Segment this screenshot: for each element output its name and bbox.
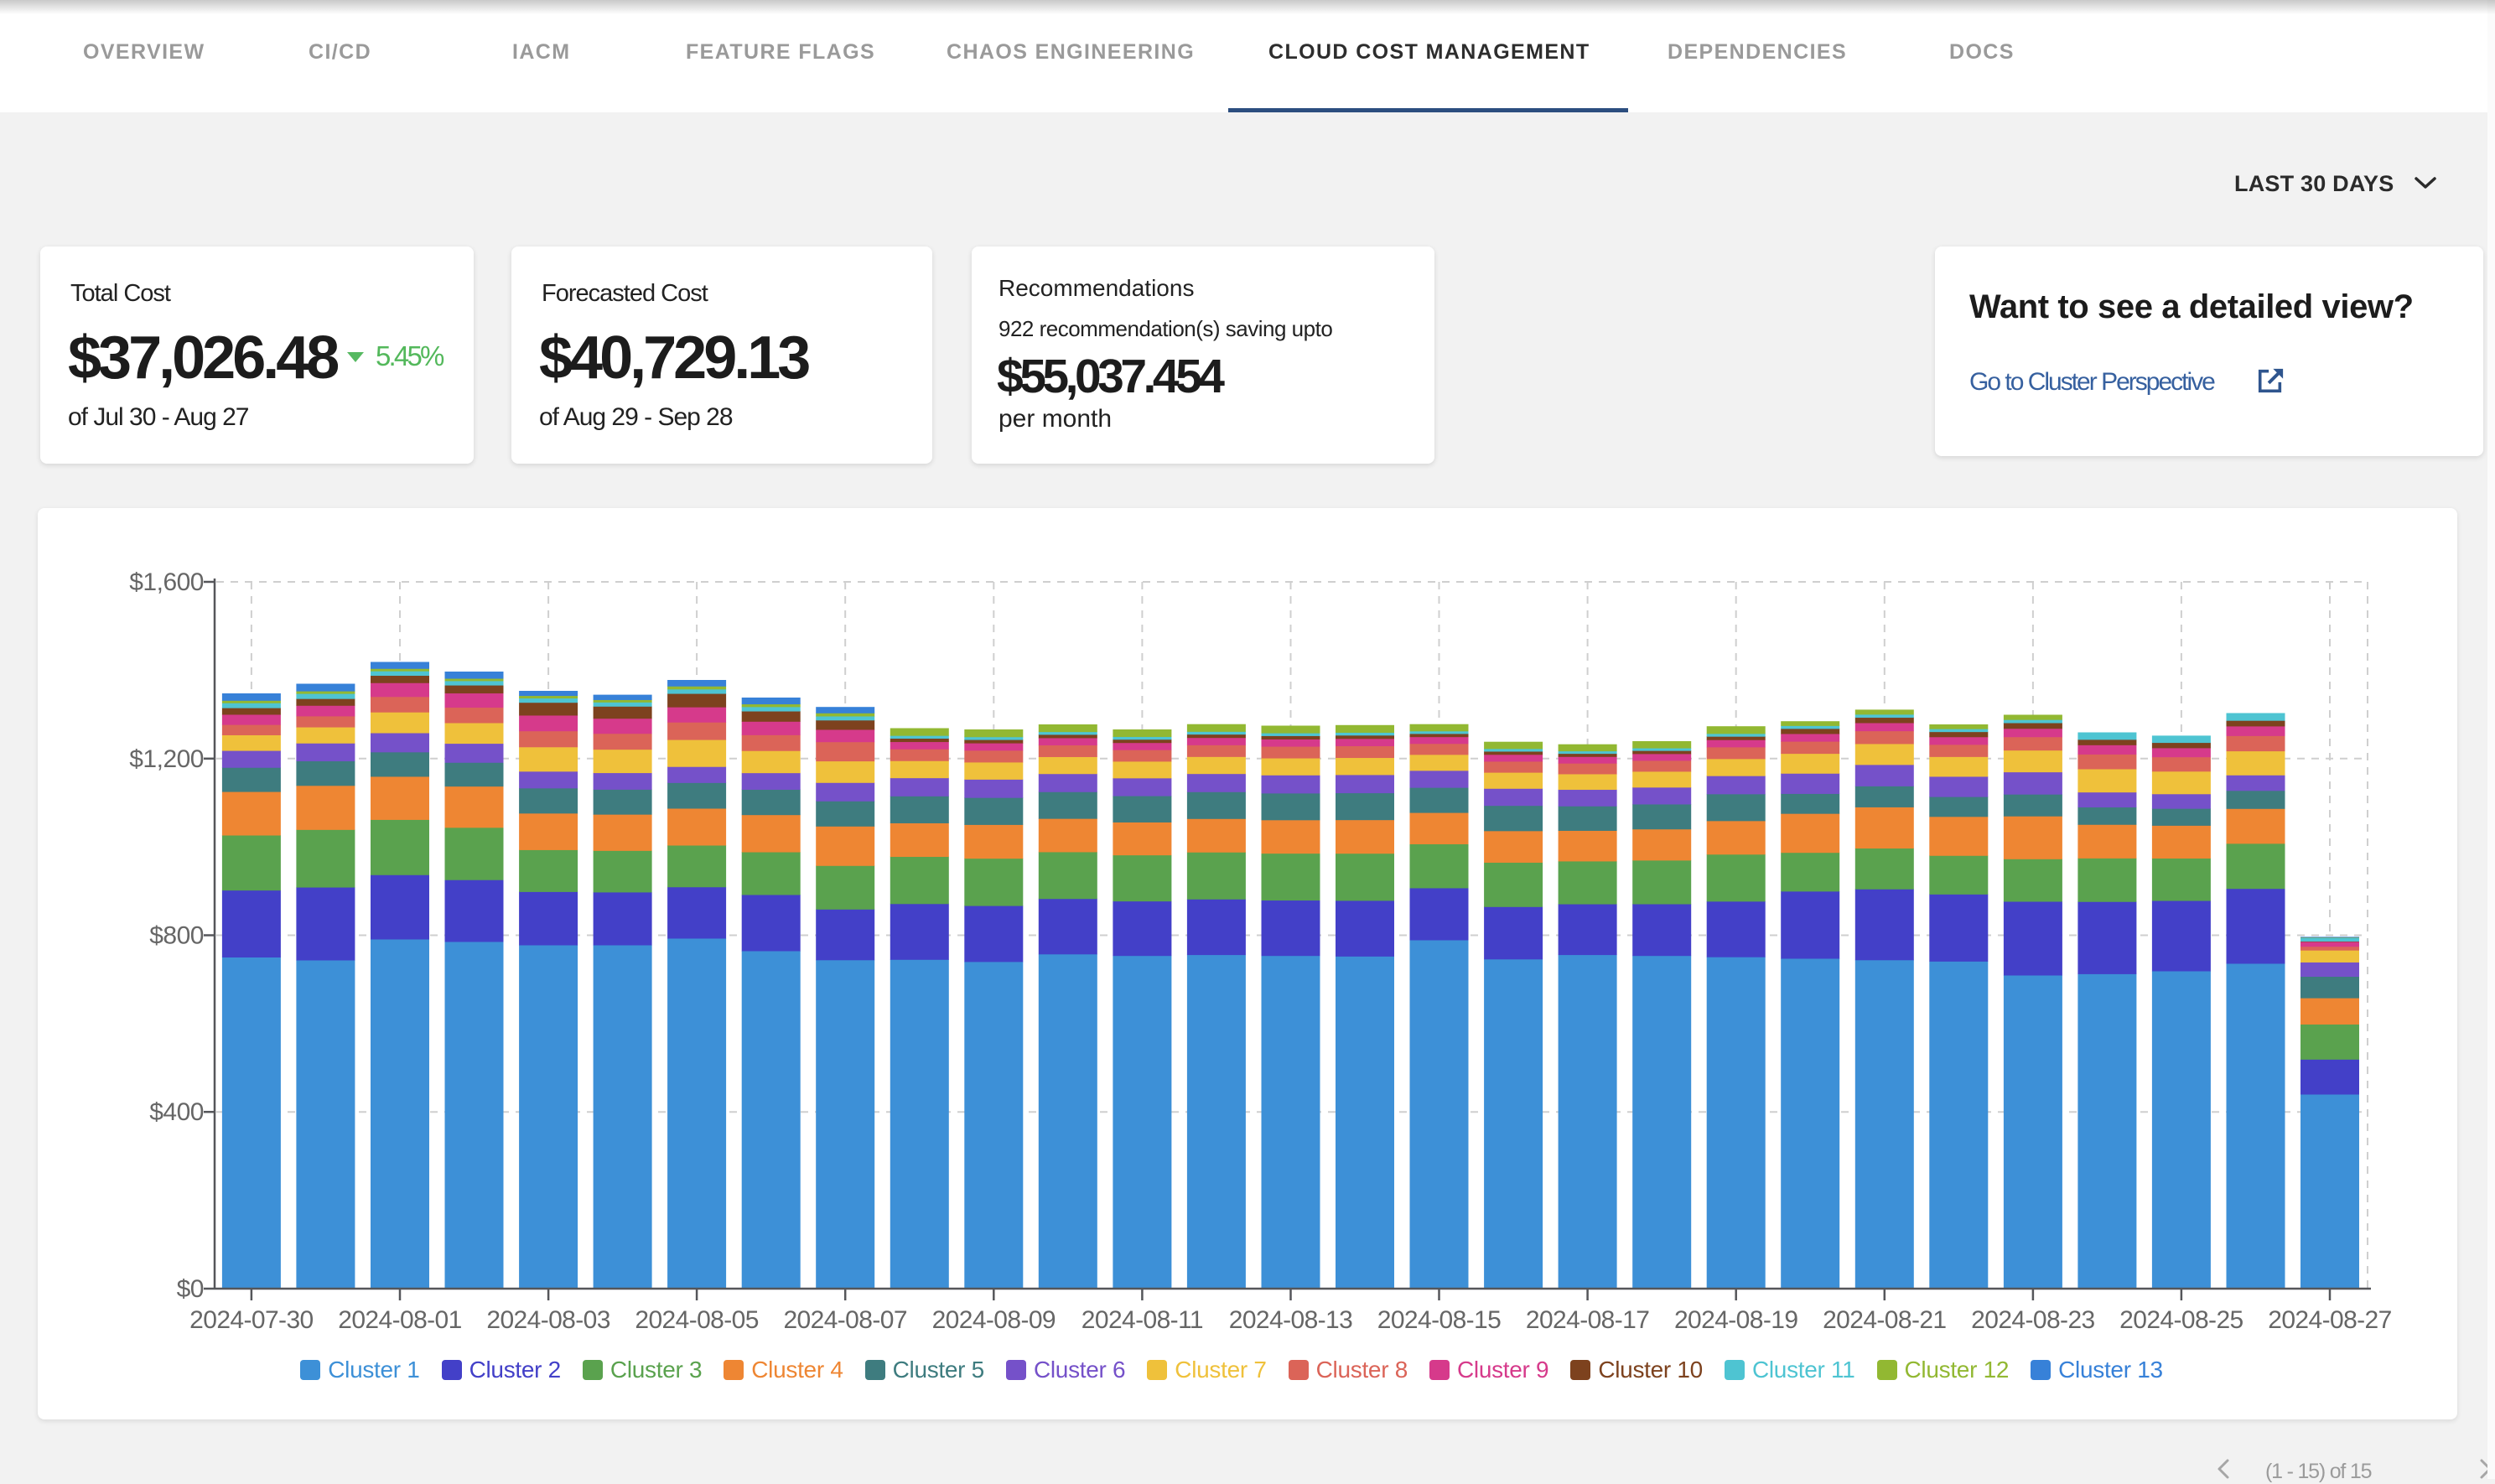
svg-text:2024-08-23: 2024-08-23 [1971, 1306, 2094, 1334]
svg-text:2024-08-11: 2024-08-11 [1082, 1306, 1203, 1334]
svg-text:2024-08-13: 2024-08-13 [1229, 1306, 1352, 1334]
svg-text:2024-08-09: 2024-08-09 [932, 1306, 1056, 1334]
svg-text:2024-08-01: 2024-08-01 [338, 1306, 461, 1334]
svg-text:2024-08-25: 2024-08-25 [2119, 1306, 2243, 1334]
svg-text:$800: $800 [149, 922, 204, 950]
svg-text:2024-08-05: 2024-08-05 [635, 1306, 758, 1334]
svg-text:$1,600: $1,600 [129, 568, 204, 596]
svg-text:$0: $0 [177, 1275, 204, 1303]
svg-text:2024-08-03: 2024-08-03 [486, 1306, 609, 1334]
svg-text:2024-08-19: 2024-08-19 [1674, 1306, 1797, 1334]
svg-text:$1,200: $1,200 [129, 745, 204, 773]
svg-text:2024-08-15: 2024-08-15 [1377, 1306, 1501, 1334]
svg-text:2024-08-17: 2024-08-17 [1526, 1306, 1649, 1334]
svg-text:2024-07-30: 2024-07-30 [189, 1306, 313, 1334]
svg-text:$400: $400 [149, 1098, 204, 1126]
svg-text:2024-08-21: 2024-08-21 [1823, 1306, 1946, 1334]
svg-text:2024-08-07: 2024-08-07 [783, 1306, 906, 1334]
svg-text:2024-08-27: 2024-08-27 [2268, 1306, 2391, 1334]
